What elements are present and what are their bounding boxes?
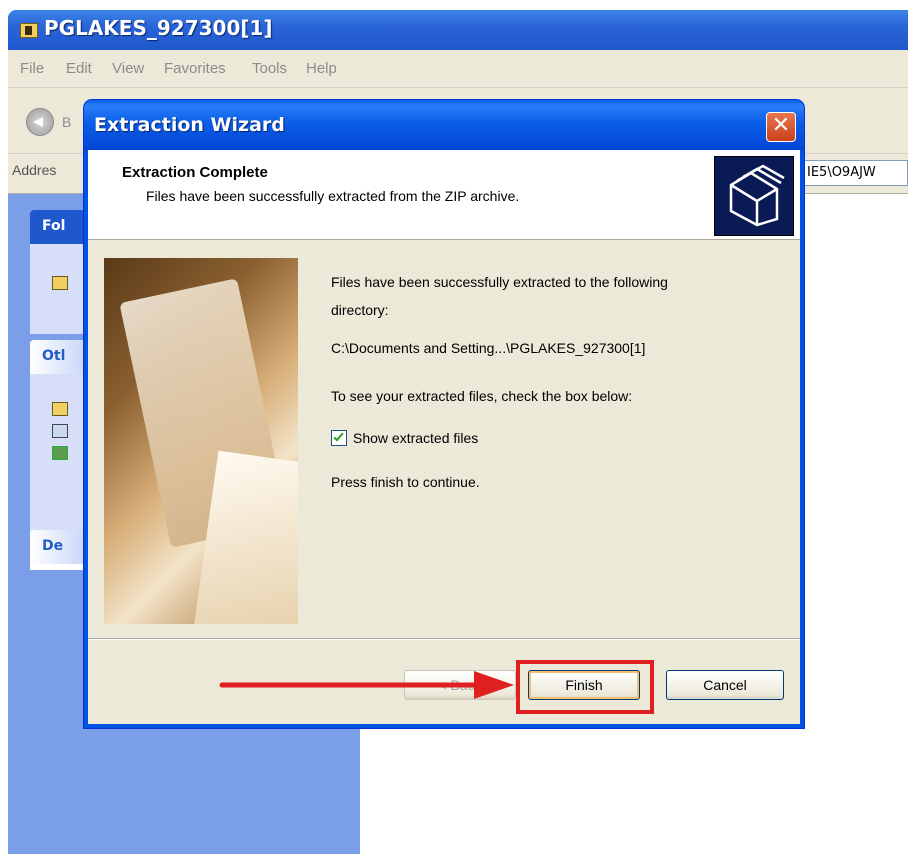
header-title: Extraction Complete — [122, 164, 268, 181]
intro-text-line1: Files have been successfully extracted t… — [331, 274, 668, 290]
menu-file[interactable]: File — [20, 60, 44, 77]
sidebar-panel-details: De — [30, 530, 90, 570]
intro-text-line2: directory: — [331, 302, 389, 318]
finish-button[interactable]: Finish — [528, 670, 640, 700]
folder-icon[interactable] — [52, 402, 68, 416]
dialog-body: Extraction Complete Files have been succ… — [88, 150, 800, 724]
address-label: Addres — [12, 162, 57, 178]
wizard-side-image — [104, 258, 298, 624]
cancel-button[interactable]: Cancel — [666, 670, 784, 700]
menu-edit[interactable]: Edit — [66, 60, 92, 77]
checkmark-icon — [333, 430, 344, 442]
extraction-wizard-dialog: Extraction Wizard ✕ Extraction Complete … — [84, 100, 804, 728]
back-label: B — [62, 114, 72, 130]
footer-divider — [88, 638, 800, 640]
zip-folder-icon — [20, 23, 38, 38]
network-icon[interactable] — [52, 446, 68, 460]
address-input[interactable]: IE5\O9AJW — [802, 160, 908, 186]
finish-prompt: Press finish to continue. — [331, 474, 480, 490]
extraction-path: C:\Documents and Setting...\PGLAKES_9273… — [331, 340, 646, 356]
back-arrow-icon[interactable] — [26, 108, 54, 136]
wizard-header: Extraction Complete Files have been succ… — [88, 150, 800, 240]
menu-view[interactable]: View — [112, 60, 144, 77]
explorer-title: PGLAKES_927300[1] — [44, 16, 273, 40]
panel-title[interactable]: Otl — [30, 340, 90, 374]
header-subtitle: Files have been successfully extracted f… — [146, 188, 520, 204]
panel-title[interactable]: De — [30, 530, 90, 564]
menu-favorites[interactable]: Favorites — [164, 60, 226, 77]
panel-title[interactable]: Fol — [30, 210, 90, 244]
back-button[interactable]: < Back — [404, 670, 516, 700]
documents-icon[interactable] — [52, 424, 68, 438]
dialog-titlebar[interactable]: Extraction Wizard ✕ — [84, 100, 804, 150]
close-icon[interactable]: ✕ — [766, 112, 796, 142]
menu-tools[interactable]: Tools — [252, 60, 287, 77]
dialog-title: Extraction Wizard — [94, 114, 285, 136]
folder-icon — [52, 276, 68, 290]
show-extracted-files-checkbox[interactable] — [331, 430, 347, 446]
menu-help[interactable]: Help — [306, 60, 337, 77]
zip-folders-logo-icon — [714, 156, 794, 236]
check-prompt: To see your extracted files, check the b… — [331, 388, 633, 404]
checkbox-label[interactable]: Show extracted files — [353, 430, 478, 446]
